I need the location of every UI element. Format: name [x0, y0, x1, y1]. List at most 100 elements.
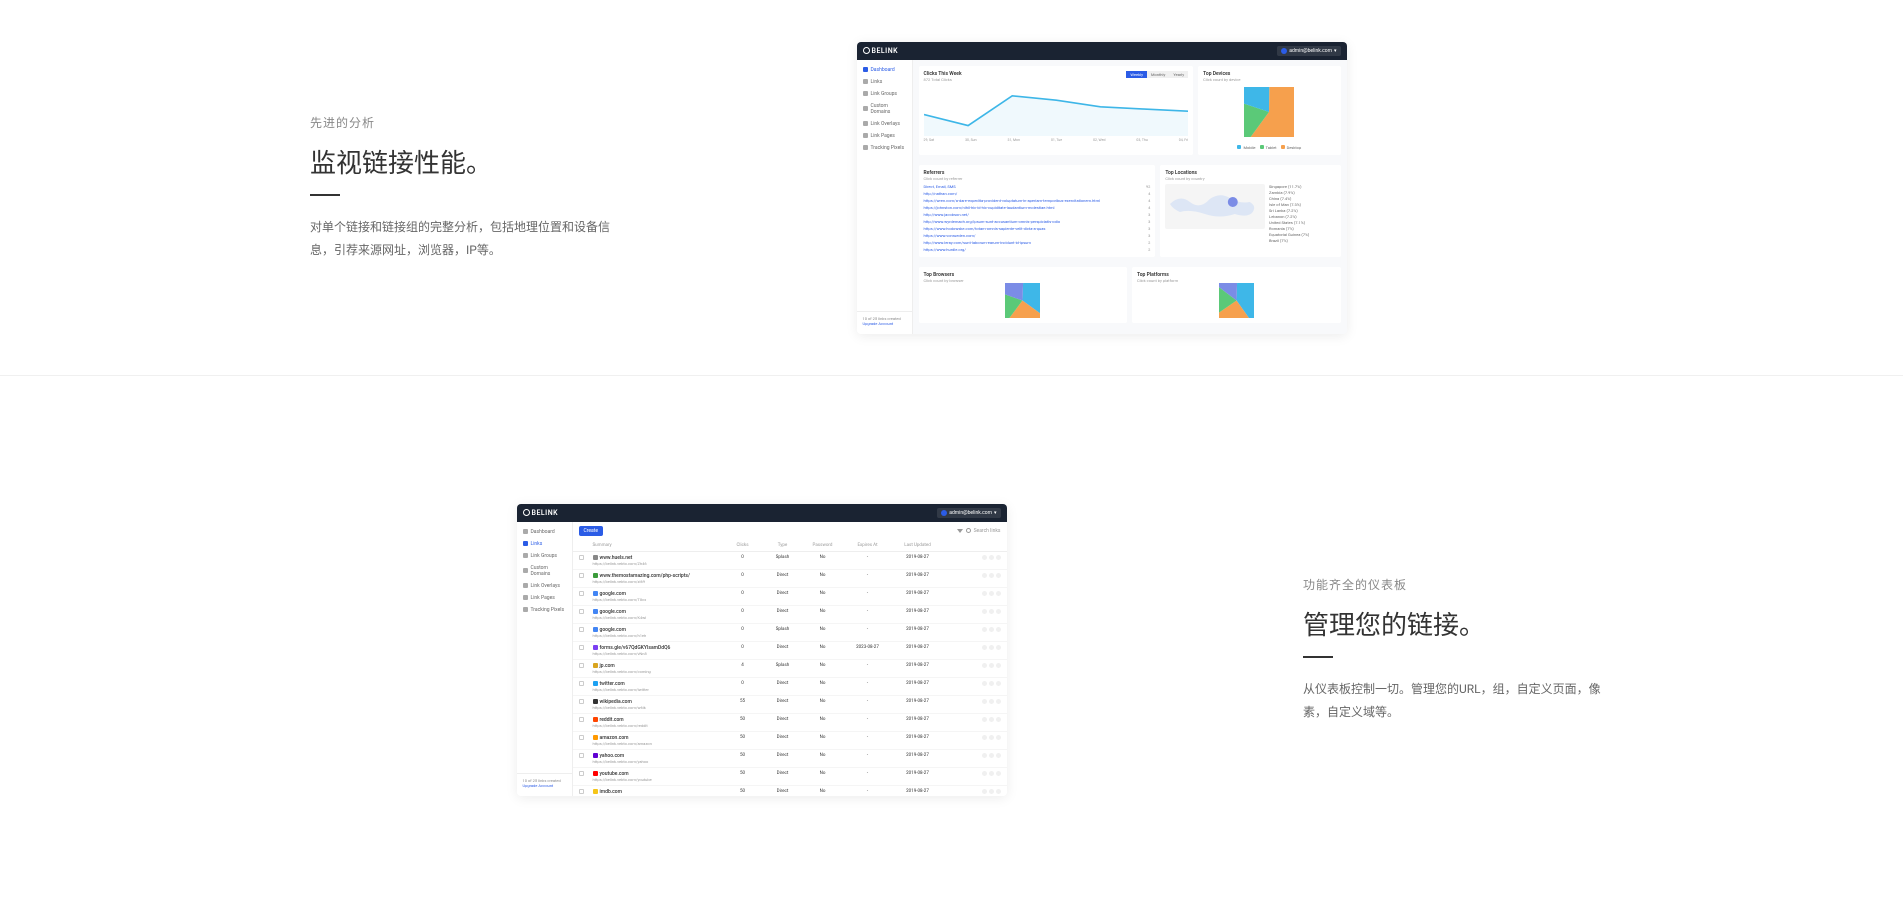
copy-icon[interactable] — [989, 771, 994, 776]
search-input[interactable]: Search links — [974, 528, 1001, 534]
referrer-item[interactable]: http://www.leray.com/sunt-laborum-earum-… — [924, 240, 1151, 245]
copy-icon[interactable] — [989, 627, 994, 632]
copy-icon[interactable] — [989, 735, 994, 740]
checkbox[interactable] — [579, 573, 584, 578]
view-icon[interactable] — [982, 627, 987, 632]
time-tab-yearly[interactable]: Yearly — [1169, 71, 1188, 78]
sidebar-item-link-overlays[interactable]: Link Overlays — [517, 580, 572, 592]
view-icon[interactable] — [982, 555, 987, 560]
table-row[interactable]: amazon.comhttps://belink.vebto.com/amazo… — [573, 732, 1007, 750]
view-icon[interactable] — [982, 609, 987, 614]
referrer-item[interactable]: https://johnston.com/nihil-hic-id-hic-cu… — [924, 205, 1151, 210]
edit-icon[interactable] — [996, 681, 1001, 686]
sidebar-item-dashboard[interactable]: Dashboard — [517, 526, 572, 538]
checkbox[interactable] — [579, 699, 584, 704]
view-icon[interactable] — [982, 663, 987, 668]
sidebar-item-custom-domains[interactable]: Custom Domains — [517, 562, 572, 580]
copy-icon[interactable] — [989, 753, 994, 758]
sidebar-item-custom-domains[interactable]: Custom Domains — [857, 100, 912, 118]
copy-icon[interactable] — [989, 645, 994, 650]
view-icon[interactable] — [982, 717, 987, 722]
checkbox[interactable] — [579, 771, 584, 776]
view-icon[interactable] — [982, 681, 987, 686]
table-row[interactable]: google.comhttps://belink.vebto.com/h1eh0… — [573, 624, 1007, 642]
view-icon[interactable] — [982, 591, 987, 596]
view-icon[interactable] — [982, 699, 987, 704]
copy-icon[interactable] — [989, 717, 994, 722]
table-row[interactable]: reddit.comhttps://belink.vebto.com/reddi… — [573, 714, 1007, 732]
table-row[interactable]: google.comhttps://belink.vebto.com/T8cx0… — [573, 588, 1007, 606]
view-icon[interactable] — [982, 735, 987, 740]
checkbox[interactable] — [579, 555, 584, 560]
user-menu[interactable]: admin@belink.com ▾ — [937, 508, 1000, 518]
sidebar-item-links[interactable]: Links — [517, 538, 572, 550]
checkbox[interactable] — [579, 717, 584, 722]
table-row[interactable]: yahoo.comhttps://belink.vebto.com/yahoo5… — [573, 750, 1007, 768]
referrer-item[interactable]: https://www.hurdle.org/2 — [924, 247, 1151, 252]
checkbox[interactable] — [579, 663, 584, 668]
sidebar-item-link-pages[interactable]: Link Pages — [517, 592, 572, 604]
table-row[interactable]: google.comhttps://belink.vebto.com/K4wl0… — [573, 606, 1007, 624]
referrer-item[interactable]: https://www.hodowske.com/totam-omnis-sap… — [924, 226, 1151, 231]
referrer-item[interactable]: https://wren.com/a-dare-expedita-provide… — [924, 198, 1151, 203]
copy-icon[interactable] — [989, 663, 994, 668]
checkbox[interactable] — [579, 591, 584, 596]
sidebar-item-tracking-pixels[interactable]: Tracking Pixels — [857, 142, 912, 154]
copy-icon[interactable] — [989, 573, 994, 578]
sidebar-item-link-overlays[interactable]: Link Overlays — [857, 118, 912, 130]
app-logo[interactable]: BELINK — [523, 509, 559, 517]
referrer-item[interactable]: http://www.jacobson.net/3 — [924, 212, 1151, 217]
edit-icon[interactable] — [996, 609, 1001, 614]
copy-icon[interactable] — [989, 591, 994, 596]
view-icon[interactable] — [982, 789, 987, 794]
referrer-item[interactable]: http://www.wyrdemach.org/ipsum-sunt-accu… — [924, 219, 1151, 224]
view-icon[interactable] — [982, 573, 987, 578]
upgrade-link[interactable]: Upgrade Account — [523, 783, 566, 788]
time-tab-weekly[interactable]: Weekly — [1126, 71, 1147, 78]
table-row[interactable]: wikipedia.comhttps://belink.vebto.com/w6… — [573, 696, 1007, 714]
view-icon[interactable] — [982, 645, 987, 650]
edit-icon[interactable] — [996, 789, 1001, 794]
checkbox[interactable] — [579, 645, 584, 650]
search-icon[interactable] — [966, 528, 971, 533]
sidebar-item-link-pages[interactable]: Link Pages — [857, 130, 912, 142]
copy-icon[interactable] — [989, 789, 994, 794]
edit-icon[interactable] — [996, 627, 1001, 632]
checkbox[interactable] — [579, 627, 584, 632]
table-row[interactable]: imdb.comhttps://belink.vebto.com/Tc2d50D… — [573, 786, 1007, 796]
sidebar-item-tracking-pixels[interactable]: Tracking Pixels — [517, 604, 572, 616]
sidebar-item-link-groups[interactable]: Link Groups — [517, 550, 572, 562]
copy-icon[interactable] — [989, 699, 994, 704]
edit-icon[interactable] — [996, 771, 1001, 776]
table-row[interactable]: forms.gle/v67QdGKYIsamDdQ6https://belink… — [573, 642, 1007, 660]
sidebar-item-links[interactable]: Links — [857, 76, 912, 88]
checkbox[interactable] — [579, 609, 584, 614]
edit-icon[interactable] — [996, 573, 1001, 578]
copy-icon[interactable] — [989, 681, 994, 686]
table-row[interactable]: jp.comhttps://belink.vebto.com/coming4Sp… — [573, 660, 1007, 678]
table-row[interactable]: www.themostamazing.com/php-scripts/https… — [573, 570, 1007, 588]
edit-icon[interactable] — [996, 717, 1001, 722]
edit-icon[interactable] — [996, 753, 1001, 758]
time-tab-monthly[interactable]: Monthly — [1147, 71, 1169, 78]
view-icon[interactable] — [982, 753, 987, 758]
edit-icon[interactable] — [996, 735, 1001, 740]
create-button[interactable]: Create — [579, 526, 604, 536]
checkbox[interactable] — [579, 681, 584, 686]
checkbox[interactable] — [579, 753, 584, 758]
edit-icon[interactable] — [996, 591, 1001, 596]
sidebar-item-link-groups[interactable]: Link Groups — [857, 88, 912, 100]
edit-icon[interactable] — [996, 699, 1001, 704]
checkbox[interactable] — [579, 789, 584, 794]
view-icon[interactable] — [982, 771, 987, 776]
referrer-item[interactable]: Direct, Email, SMS92 — [924, 184, 1151, 189]
referrer-item[interactable]: https://www.vonrueden.com/3 — [924, 233, 1151, 238]
edit-icon[interactable] — [996, 663, 1001, 668]
checkbox[interactable] — [579, 735, 584, 740]
upgrade-link[interactable]: Upgrade Account — [863, 321, 906, 326]
table-row[interactable]: youtube.comhttps://belink.vebto.com/yout… — [573, 768, 1007, 786]
app-logo[interactable]: BELINK — [863, 47, 899, 55]
user-menu[interactable]: admin@belink.com ▾ — [1277, 46, 1340, 56]
table-row[interactable]: twitter.comhttps://belink.vebto.com/twit… — [573, 678, 1007, 696]
referrer-item[interactable]: http://nathan.com/4 — [924, 191, 1151, 196]
